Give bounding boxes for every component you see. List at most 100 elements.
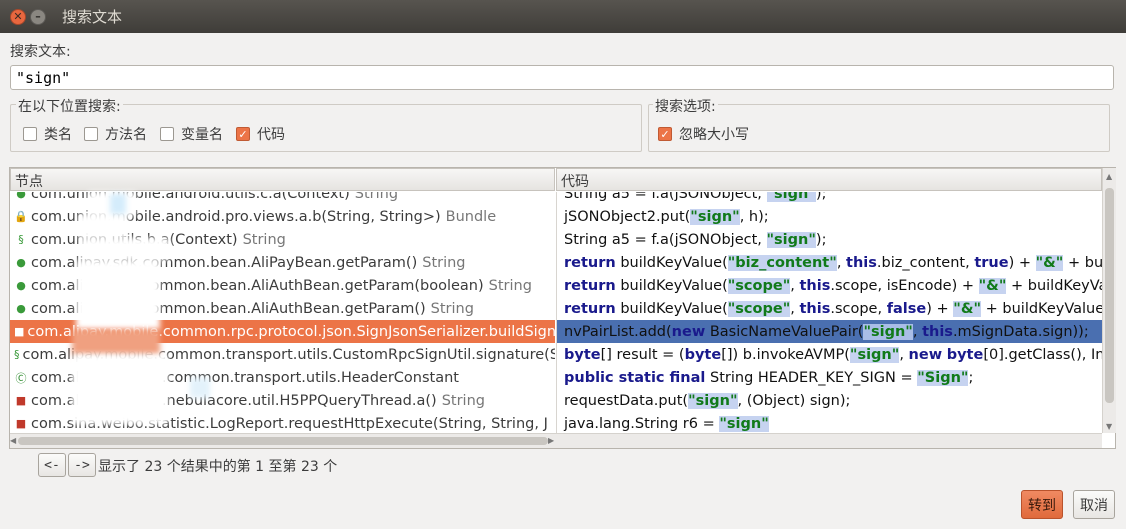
- code-text: jSONObject2.put(: [564, 208, 691, 225]
- method-name-checkbox[interactable]: 方法名: [84, 124, 147, 144]
- checkbox-checked-icon[interactable]: ✓: [236, 127, 250, 141]
- next-button[interactable]: ->: [68, 453, 96, 477]
- method-icon: ●: [16, 192, 26, 200]
- code-line[interactable]: public static final String HEADER_KEY_SI…: [557, 366, 1102, 389]
- return-type: String: [488, 277, 532, 294]
- code-line[interactable]: return buildKeyValue("biz_content", this…: [557, 251, 1102, 274]
- code-string: "Sign": [917, 369, 969, 386]
- code-text: .scope,: [830, 300, 887, 317]
- cancel-button[interactable]: 取消: [1073, 490, 1115, 519]
- scroll-down-icon[interactable]: ▼: [1106, 422, 1112, 431]
- class-icon: Ⓒ: [15, 371, 27, 385]
- previous-button[interactable]: <-: [38, 453, 66, 477]
- code-keyword: return: [564, 300, 616, 317]
- code-line[interactable]: String a5 = f.a(jSONObject, "sign");: [557, 192, 1102, 205]
- code-keyword: this: [799, 300, 831, 317]
- code-line[interactable]: nvPairList.add(new BasicNameValuePair("s…: [557, 320, 1102, 343]
- node-text: com.union.mobile.android.utils.c.a(Conte…: [31, 192, 350, 202]
- code-text: ,: [912, 323, 923, 340]
- search-label: 搜索文本:: [10, 44, 71, 60]
- code-string: "&": [978, 277, 1007, 294]
- horizontal-scroll-thumb[interactable]: [18, 437, 548, 445]
- result-status: 显示了 23 个结果中的第 1 至第 23 个: [98, 459, 338, 475]
- method-icon: ●: [16, 302, 26, 315]
- code-column-header[interactable]: 代码: [556, 168, 1102, 191]
- code-text: );: [815, 231, 827, 248]
- options-group-title: 搜索选项:: [653, 96, 718, 116]
- redaction-mark: [78, 214, 128, 238]
- return-type: String: [422, 254, 466, 271]
- checkbox-label: 变量名: [181, 127, 223, 143]
- code-line[interactable]: return buildKeyValue("scope", this .scope…: [557, 274, 1102, 297]
- code-text: String HEADER_KEY_SIGN =: [705, 369, 918, 386]
- code-line[interactable]: requestData.put("sign", (Object) sign);: [557, 389, 1102, 412]
- code-text: java.lang.String r6 =: [564, 415, 720, 432]
- code-text: [0].getClass(), Integer: [983, 346, 1102, 363]
- checkbox-unchecked-icon[interactable]: [84, 127, 98, 141]
- close-icon[interactable]: ✕: [10, 8, 26, 25]
- code-text: );: [815, 192, 827, 202]
- code-text: ,: [836, 254, 847, 271]
- code-string: "sign": [849, 346, 900, 363]
- code-line[interactable]: java.lang.String r6 = "sign": [557, 412, 1102, 433]
- code-keyword: this: [846, 254, 877, 271]
- code-string: "&": [1035, 254, 1064, 271]
- code-keyword: true: [974, 254, 1009, 271]
- code-string: "biz_content": [727, 254, 837, 271]
- redaction-mark: [190, 378, 210, 398]
- scroll-left-icon[interactable]: ◀: [10, 436, 16, 445]
- code-text: buildKeyValue(: [615, 300, 728, 317]
- code-line[interactable]: byte[] result = (byte[]) b.invokeAVMP("s…: [557, 343, 1102, 366]
- code-string: "&": [953, 300, 982, 317]
- code-string: "sign": [863, 323, 913, 340]
- code-text: ;: [968, 369, 974, 386]
- return-type: String: [354, 192, 399, 202]
- redaction-mark: [76, 260, 160, 330]
- code-text: []) b.invokeAVMP(: [721, 346, 850, 363]
- code-keyword: public static final: [564, 369, 706, 386]
- search-input[interactable]: [10, 65, 1114, 90]
- node-column-header[interactable]: 节点: [10, 168, 555, 191]
- code-string: "sign": [688, 392, 738, 409]
- code-text: , (Object) sign);: [737, 392, 851, 409]
- code-checkbox[interactable]: ✓ 代码: [236, 124, 285, 144]
- checkbox-label: 忽略大小写: [679, 127, 749, 143]
- code-text: + buildKeyV: [1067, 254, 1102, 271]
- minimize-icon[interactable]: –: [30, 8, 46, 25]
- code-keyword: this: [799, 277, 831, 294]
- scroll-right-icon[interactable]: ▶: [548, 436, 554, 445]
- scroll-up-icon[interactable]: ▲: [1106, 172, 1112, 181]
- checkbox-label: 类名: [44, 127, 72, 143]
- checkbox-checked-icon[interactable]: ✓: [658, 127, 672, 141]
- method-icon: ●: [16, 256, 26, 269]
- return-type: String: [430, 300, 474, 317]
- code-line[interactable]: jSONObject2.put("sign", h);: [557, 205, 1102, 228]
- code-text: ) +: [1008, 254, 1036, 271]
- return-type: Bundle: [445, 208, 497, 225]
- checkbox-unchecked-icon[interactable]: [23, 127, 37, 141]
- checkbox-label: 方法名: [105, 127, 147, 143]
- code-text: , h);: [739, 208, 769, 225]
- window-title: 搜索文本: [62, 8, 123, 26]
- checkbox-label: 代码: [257, 127, 285, 143]
- vertical-scroll-thumb[interactable]: [1105, 188, 1114, 403]
- static-method-icon: §: [14, 348, 20, 361]
- vertical-scrollbar[interactable]: ▲ ▼: [1102, 168, 1116, 433]
- redaction-mark: [80, 238, 170, 260]
- code-string: "sign": [766, 231, 816, 248]
- class-name-checkbox[interactable]: 类名: [23, 124, 72, 144]
- code-text: buildKeyValue(: [615, 254, 728, 271]
- code-text: .scope, isEncode) +: [830, 277, 979, 294]
- checkbox-unchecked-icon[interactable]: [160, 127, 174, 141]
- code-line[interactable]: return buildKeyValue("scope", this .scope…: [557, 297, 1102, 320]
- horizontal-scrollbar[interactable]: ◀ ▶: [10, 433, 1102, 448]
- variable-name-checkbox[interactable]: 变量名: [160, 124, 223, 144]
- return-type: String: [242, 231, 286, 248]
- ignore-case-checkbox[interactable]: ✓ 忽略大小写: [658, 124, 749, 144]
- code-keyword: byte: [684, 346, 722, 363]
- goto-button[interactable]: 转到: [1021, 490, 1063, 519]
- code-line[interactable]: String a5 = f.a(jSONObject, "sign");: [557, 228, 1102, 251]
- private-method-icon: ■: [15, 417, 27, 430]
- code-keyword: return: [564, 277, 616, 294]
- code-string: "scope": [727, 300, 791, 317]
